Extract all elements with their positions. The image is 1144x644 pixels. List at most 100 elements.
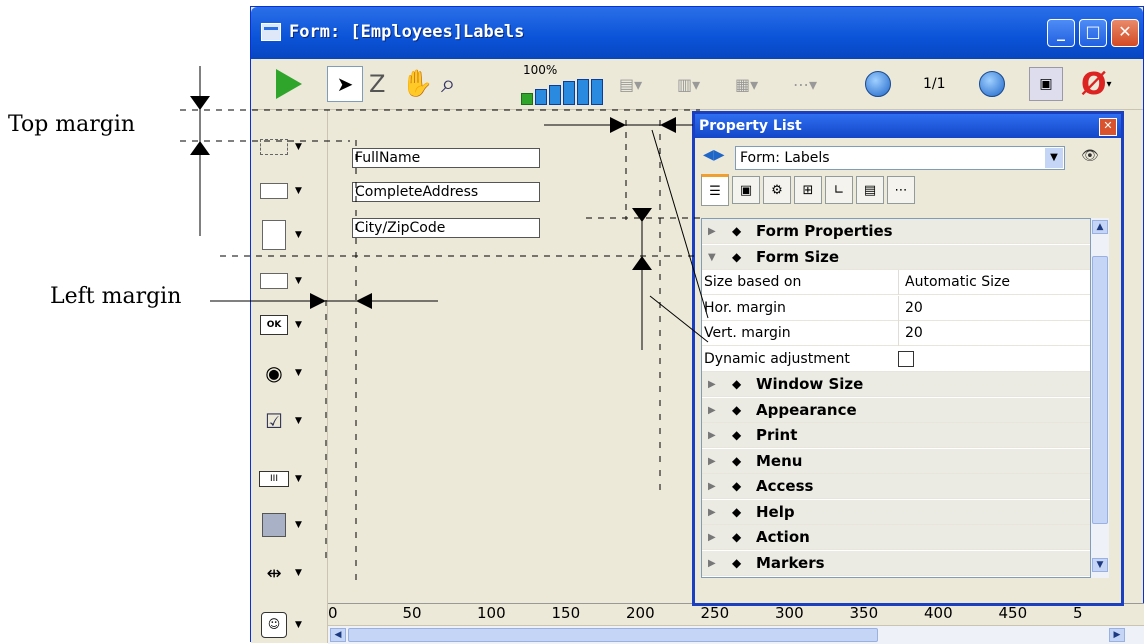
zoom-level-selector[interactable] [521,75,605,105]
property-value[interactable]: 20 [898,295,923,321]
scroll-up-arrow-icon[interactable]: ▲ [1092,220,1108,234]
run-form-button[interactable] [273,67,305,101]
property-row[interactable]: Dynamic adjustment [702,347,1090,372]
radio-tool[interactable]: ◉ ▼ [259,358,319,388]
field-city-zipcode[interactable]: City/ZipCode [352,218,540,238]
splitter-tool-icon: ⇹ [266,562,282,584]
collapsed-triangle-icon[interactable]: ▶ [708,398,716,423]
zoom-tool-button[interactable]: ⌕ [441,67,456,101]
select-tool-button[interactable]: ➤ [327,66,363,102]
expanded-triangle-icon[interactable]: ▼ [708,245,716,270]
rectangle-tool[interactable]: ▼ [259,510,319,540]
scroll-left-arrow-icon[interactable]: ◀ [330,628,346,642]
property-group-row[interactable]: ▶ ◆ Access [702,474,1090,499]
events-tab-icon[interactable]: ▤ [856,176,884,204]
collapsed-triangle-icon[interactable]: ▶ [708,551,716,576]
property-group-row[interactable]: ▼ ◆ Form Size [702,244,1090,270]
collapsed-triangle-icon[interactable]: ▶ [708,423,716,448]
collapsed-triangle-icon[interactable]: ▶ [708,219,716,244]
property-row[interactable]: Vert. margin 20 [702,321,1090,346]
ok-button-tool[interactable]: OK ▼ [259,310,319,340]
objects-tab-icon[interactable]: ☰ [701,174,729,206]
align-button[interactable]: ▤▾ [619,67,642,101]
entry-tab-icon[interactable]: ⊞ [794,176,822,204]
ruler-tick-label: 5 [1073,604,1083,622]
list-tool-icon [259,220,289,250]
object-nav-arrows-icon[interactable]: ◀▶ [703,147,725,163]
property-group-row[interactable]: ▶ ◆ Action [702,525,1090,550]
chart-tab-icon[interactable]: ∟ [825,176,853,204]
property-name: Dynamic adjustment [704,350,850,367]
null-button[interactable]: Ø ▾ [1081,67,1112,102]
property-group-row[interactable]: ▶ ◆ Help [702,499,1090,525]
group-icon: ⋯▾ [793,74,818,94]
combo-tool[interactable]: ▼ [259,266,319,296]
close-button[interactable]: ✕ [1111,19,1139,47]
group-button[interactable]: ⋯▾ [793,67,817,101]
level-button[interactable]: ▦▾ [735,67,758,101]
eye-icon[interactable]: 👁 [1081,148,1099,164]
hand-tool-button[interactable]: ✋ [401,67,433,101]
property-group-row[interactable]: ▶ ◆ Window Size [702,372,1090,397]
property-row[interactable]: Size based on Automatic Size [702,270,1090,295]
settings-tab-icon[interactable]: ⚙ [763,176,791,204]
magnifier-icon: ⌕ [441,68,456,99]
property-group-row[interactable]: ▶ ◆ Form Properties [702,219,1090,244]
ruler-tick-label: 250 [700,604,730,622]
tool-palette: ▼ ▼ ▼ ▼ OK ▼ ◉ ▼ ☑ ▼ III ▼ ▼ ⇹ ▼ ☺ ▼ [251,110,328,643]
dynamic-adjustment-checkbox[interactable] [898,350,914,367]
play-icon [276,69,302,99]
collapsed-triangle-icon[interactable]: ▶ [708,474,716,499]
property-group-row[interactable]: ▶ ◆ Print [702,423,1090,448]
checkbox-tool[interactable]: ☑ ▼ [259,406,319,436]
horizontal-scroll-thumb[interactable] [348,628,878,642]
entry-order-button[interactable]: Z [369,67,385,101]
property-group-label: Menu [756,451,803,470]
progress-tool[interactable]: III ▼ [259,464,319,494]
property-list-close-button[interactable]: ✕ [1099,118,1117,136]
property-group-row[interactable]: ▶ ◆ Menu [702,448,1090,474]
scroll-down-arrow-icon[interactable]: ▼ [1092,558,1108,572]
property-group-label: Window Size [756,375,864,393]
more-tab-icon[interactable]: ⋯ [887,176,915,204]
property-list-title[interactable]: Property List [695,114,1121,138]
property-group-row[interactable]: ▶ ◆ Appearance [702,397,1090,423]
collapsed-triangle-icon[interactable]: ▶ [708,449,716,474]
property-group-label: Action [756,528,810,546]
property-scroll-thumb[interactable] [1092,256,1108,524]
field-completeaddress[interactable]: CompleteAddress [352,182,540,202]
title-bar[interactable]: Form: [Employees]Labels _ □ ✕ [251,7,1143,59]
horizontal-scrollbar[interactable]: ◀ ▶ [328,625,1144,644]
scroll-right-arrow-icon[interactable]: ▶ [1109,628,1125,642]
chevron-down-icon[interactable]: ▼ [1045,148,1063,168]
collapsed-triangle-icon[interactable]: ▶ [708,500,716,525]
next-page-button[interactable] [979,67,1005,101]
property-scrollbar[interactable]: ▲ ▼ [1091,218,1109,578]
ruler-tick-label: 100 [477,604,506,622]
property-value[interactable]: 20 [898,321,923,346]
splitter-tool[interactable]: ⇹ ▼ [259,558,319,588]
collapsed-triangle-icon[interactable]: ▶ [708,525,716,550]
object-selector[interactable]: Form: Labels ▼ [735,146,1065,170]
collapsed-triangle-icon[interactable]: ▶ [708,372,716,397]
property-group-label: Markers [756,553,825,572]
property-value[interactable]: Automatic Size [898,270,1010,295]
action-icon: ◆ [732,530,742,544]
property-row[interactable]: Hor. margin 20 [702,295,1090,321]
field-tool[interactable]: ▼ [259,132,319,162]
view-icon: ▣ [1039,76,1053,92]
level-icon: ▦▾ [735,74,759,94]
property-group-row[interactable]: ▶ ◆ Markers [702,550,1090,576]
minimize-button[interactable]: _ [1047,19,1075,47]
distribute-icon: ▥▾ [677,74,701,94]
previous-page-button[interactable] [865,67,891,101]
view-button[interactable]: ▣ [1029,67,1063,101]
maximize-button[interactable]: □ [1079,19,1107,47]
property-tabs: ☰ ▣ ⚙ ⊞ ∟ ▤ ⋯ [701,174,918,206]
distribute-button[interactable]: ▥▾ [677,67,700,101]
list-tool[interactable]: ▼ [259,220,319,250]
field-fullname[interactable]: FullName [352,148,540,168]
display-tab-icon[interactable]: ▣ [732,176,760,204]
line-tool[interactable]: ▼ [259,176,319,206]
plugin-tool[interactable]: ☺ ▼ [259,610,319,640]
